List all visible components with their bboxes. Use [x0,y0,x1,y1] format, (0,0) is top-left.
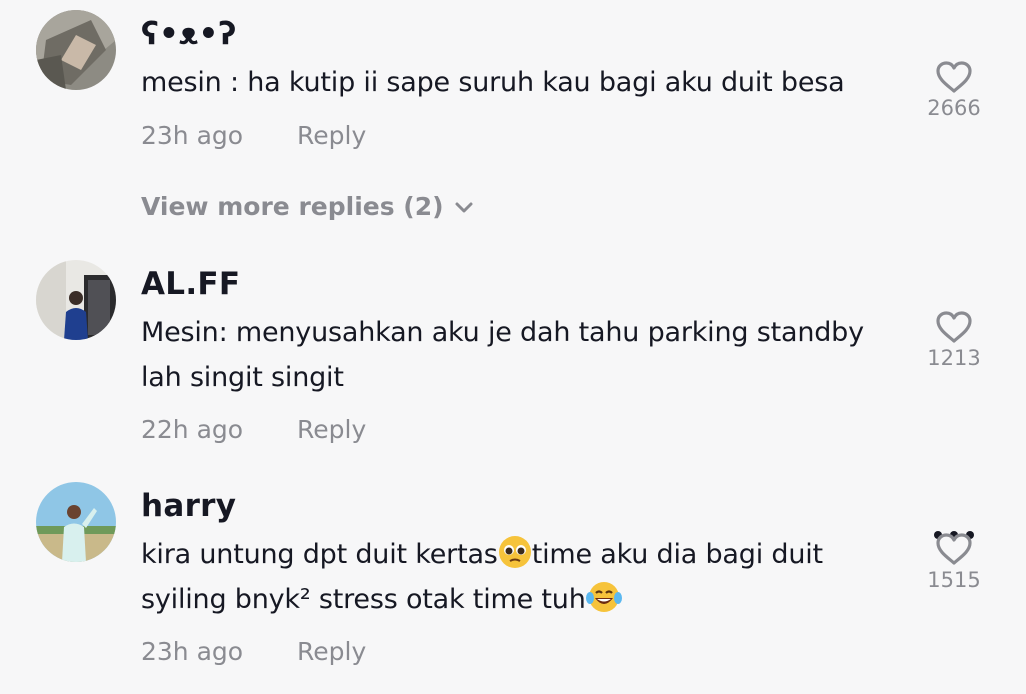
heart-outline-icon [936,533,972,565]
comment-text: mesin : ha kutip ii sape suruh kau bagi … [141,67,845,98]
comment-item: ʕ•ᴥ•ʔ mesin : ha kutip ii sape suruh kau… [0,0,1026,180]
like-count: 1213 [927,346,981,370]
like-count: 1515 [927,568,981,592]
comment-timestamp: 23h ago [141,637,244,666]
avatar[interactable] [36,10,116,90]
avatar[interactable] [36,482,116,562]
reply-button[interactable]: Reply [297,415,366,444]
like-button[interactable]: 2666 [925,60,983,120]
comment-item: harry kira untung dpt duit kertas time a… [0,472,1026,694]
pleading-face-emoji [498,536,531,568]
view-more-replies-label: View more replies (2) [141,192,444,221]
reply-button[interactable]: Reply [297,121,366,150]
comment-text: kira untung dpt duit kertas time aku dia… [141,532,911,622]
comment-meta: 23h ago Reply [141,121,366,150]
like-button[interactable]: 1213 [925,310,983,370]
chevron-down-icon [455,202,473,213]
comment-username[interactable]: AL.FF [141,266,240,302]
comment-meta: 22h ago Reply [141,415,366,444]
comment-username[interactable]: harry [141,488,236,524]
like-button[interactable]: 1515 [925,532,983,592]
comment-meta: 23h ago Reply [141,637,366,666]
tears-of-joy-emoji [585,582,622,612]
heart-outline-icon [936,61,972,93]
avatar[interactable] [36,260,116,340]
comment-text: Mesin: menyusahkan aku je dah tahu parki… [141,317,864,393]
comment-timestamp: 23h ago [141,121,244,150]
reply-button[interactable]: Reply [297,637,366,666]
like-count: 2666 [927,96,981,120]
heart-outline-icon [936,311,972,343]
comment-timestamp: 22h ago [141,415,244,444]
view-more-replies-button[interactable]: View more replies (2) [141,192,474,221]
comment-text-part: kira untung dpt duit kertas [141,539,498,570]
comment-username[interactable]: ʕ•ᴥ•ʔ [141,16,237,52]
comment-item: AL.FF Mesin: menyusahkan aku je dah tahu… [0,250,1026,539]
